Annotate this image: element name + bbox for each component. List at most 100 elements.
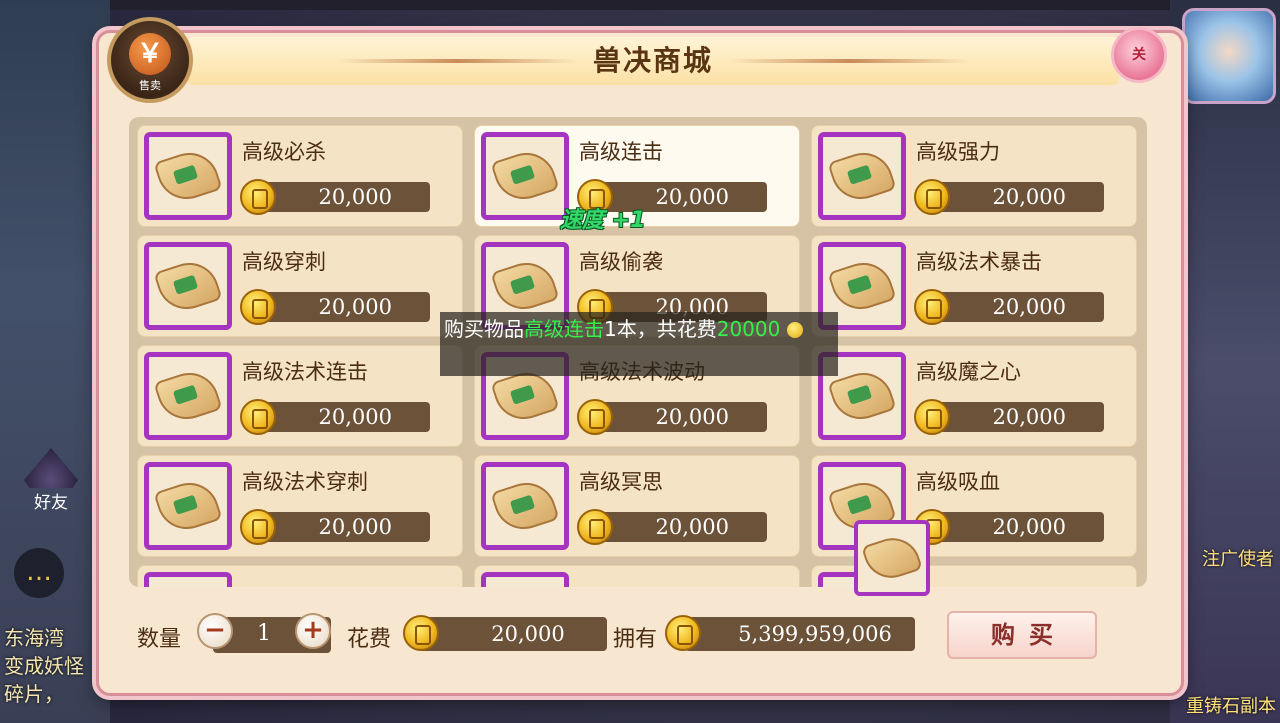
friend-button[interactable]: 好友 bbox=[14, 448, 88, 522]
item-icon bbox=[818, 132, 906, 220]
item-name: 高级强力 bbox=[916, 140, 1000, 164]
item-name: 高级法术穿刺 bbox=[242, 470, 368, 494]
chat-log: 东海湾 变成妖怪 碎片， bbox=[4, 624, 104, 708]
side-event-line: 注广使者 bbox=[1202, 549, 1274, 570]
toast-prefix: 购买物品 bbox=[444, 317, 524, 341]
item-card[interactable]: 高级法术穿刺 20,000 bbox=[137, 455, 463, 557]
item-card[interactable]: 高级魔之心 20,000 bbox=[811, 345, 1137, 447]
gold-coin-icon bbox=[665, 615, 701, 651]
item-name: 高级魔之心 bbox=[916, 360, 1021, 384]
item-card-partial[interactable] bbox=[137, 565, 463, 587]
item-price: 20,000 bbox=[928, 402, 1104, 432]
scroll-icon bbox=[153, 365, 223, 427]
item-price: 20,000 bbox=[928, 512, 1104, 542]
side-event-text[interactable]: 注广使者 bbox=[1184, 548, 1274, 572]
item-price: 20,000 bbox=[928, 292, 1104, 322]
item-card-partial[interactable] bbox=[474, 565, 800, 587]
scroll-icon bbox=[861, 530, 923, 586]
scroll-icon bbox=[827, 145, 897, 207]
chat-line: 东海湾 bbox=[4, 626, 64, 650]
gold-coin-icon bbox=[240, 289, 276, 325]
item-card[interactable]: 高级强力 20,000 bbox=[811, 125, 1137, 227]
item-card[interactable]: 高级穿刺 20,000 bbox=[137, 235, 463, 337]
yuan-icon: ￥ bbox=[129, 33, 171, 75]
item-card[interactable]: 高级法术暴击 20,000 bbox=[811, 235, 1137, 337]
chat-line: 碎片， bbox=[4, 682, 64, 706]
cost-value: 20,000 bbox=[419, 617, 607, 651]
purchase-toast: 购买物品高级连击1本，共花费20000 bbox=[440, 312, 838, 376]
item-icon bbox=[481, 132, 569, 220]
scroll-icon bbox=[153, 255, 223, 317]
item-price: 20,000 bbox=[254, 182, 430, 212]
player-avatar[interactable] bbox=[1182, 8, 1276, 104]
toast-amount: 20000 bbox=[716, 317, 781, 341]
item-name: 高级法术连击 bbox=[242, 360, 368, 384]
item-price: 20,000 bbox=[928, 182, 1104, 212]
quantity-plus-button[interactable]: + bbox=[295, 613, 331, 649]
gold-coin-icon bbox=[914, 179, 950, 215]
item-name: 高级法术暴击 bbox=[916, 250, 1042, 274]
item-icon bbox=[481, 462, 569, 550]
title-ornament-left bbox=[337, 59, 577, 63]
item-icon bbox=[144, 242, 232, 330]
gold-coin-icon bbox=[914, 399, 950, 435]
toast-mid: 1本，共花费 bbox=[604, 317, 717, 341]
quantity-label: 数量 bbox=[137, 627, 182, 652]
gold-coin-icon bbox=[240, 179, 276, 215]
item-icon bbox=[144, 462, 232, 550]
shop-title: 兽决商城 bbox=[592, 44, 713, 77]
item-card[interactable]: 高级法术连击 20,000 bbox=[137, 345, 463, 447]
item-icon bbox=[144, 352, 232, 440]
item-price: 20,000 bbox=[254, 402, 430, 432]
top-strip bbox=[0, 0, 1280, 10]
gold-coin-icon bbox=[577, 509, 613, 545]
owned-value: 5,399,959,006 bbox=[685, 617, 915, 651]
gold-coin-icon bbox=[577, 399, 613, 435]
quantity-minus-button[interactable]: − bbox=[197, 613, 233, 649]
item-name: 高级吸血 bbox=[916, 470, 1000, 494]
item-icon bbox=[144, 132, 232, 220]
item-name: 高级连击 bbox=[579, 140, 663, 164]
toast-item: 高级连击 bbox=[524, 317, 604, 341]
buy-button[interactable]: 购买 bbox=[947, 611, 1097, 659]
scroll-icon bbox=[490, 475, 560, 537]
scroll-icon bbox=[153, 585, 223, 587]
item-price: 20,000 bbox=[254, 292, 430, 322]
close-button[interactable]: 关 bbox=[1111, 27, 1167, 83]
item-card[interactable]: 高级必杀 20,000 bbox=[137, 125, 463, 227]
chat-bubble-icon: … bbox=[26, 557, 52, 587]
scroll-icon bbox=[490, 585, 560, 587]
gold-coin-icon bbox=[403, 615, 439, 651]
item-icon bbox=[481, 572, 569, 587]
friend-label: 好友 bbox=[34, 493, 68, 513]
world-background-right bbox=[1170, 0, 1280, 723]
world-background-left bbox=[0, 0, 110, 723]
scroll-icon bbox=[490, 255, 560, 317]
speed-buff-popup: 速度 +1 bbox=[560, 208, 646, 233]
item-name: 高级冥思 bbox=[579, 470, 663, 494]
sell-button[interactable]: ￥ 售卖 bbox=[107, 17, 193, 103]
item-price: 20,000 bbox=[254, 512, 430, 542]
scroll-icon bbox=[827, 255, 897, 317]
scroll-icon bbox=[490, 145, 560, 207]
dungeon-link[interactable]: 重铸石副本 bbox=[1186, 692, 1276, 718]
item-price: 20,000 bbox=[591, 512, 767, 542]
gold-coin-icon bbox=[240, 399, 276, 435]
gold-coin-icon bbox=[914, 289, 950, 325]
chat-button[interactable]: … bbox=[14, 548, 64, 598]
dragged-item-icon[interactable] bbox=[854, 520, 930, 596]
item-icon bbox=[144, 572, 232, 587]
gold-coin-icon bbox=[240, 509, 276, 545]
friend-hat-icon bbox=[24, 448, 78, 488]
title-ornament-right bbox=[729, 59, 969, 63]
item-name: 高级穿刺 bbox=[242, 250, 326, 274]
purchase-bar: 数量 − 1 + 花费 20,000 拥有 5,399,959,006 购买 bbox=[129, 609, 1147, 665]
title-bar: 兽决商城 bbox=[187, 37, 1119, 85]
item-card[interactable]: 高级冥思 20,000 bbox=[474, 455, 800, 557]
owned-label: 拥有 bbox=[613, 627, 658, 652]
item-price: 20,000 bbox=[591, 402, 767, 432]
item-name: 高级必杀 bbox=[242, 140, 326, 164]
chat-line: 变成妖怪 bbox=[4, 654, 84, 678]
scroll-icon bbox=[153, 475, 223, 537]
quantity-value[interactable]: 1 bbox=[239, 621, 289, 646]
